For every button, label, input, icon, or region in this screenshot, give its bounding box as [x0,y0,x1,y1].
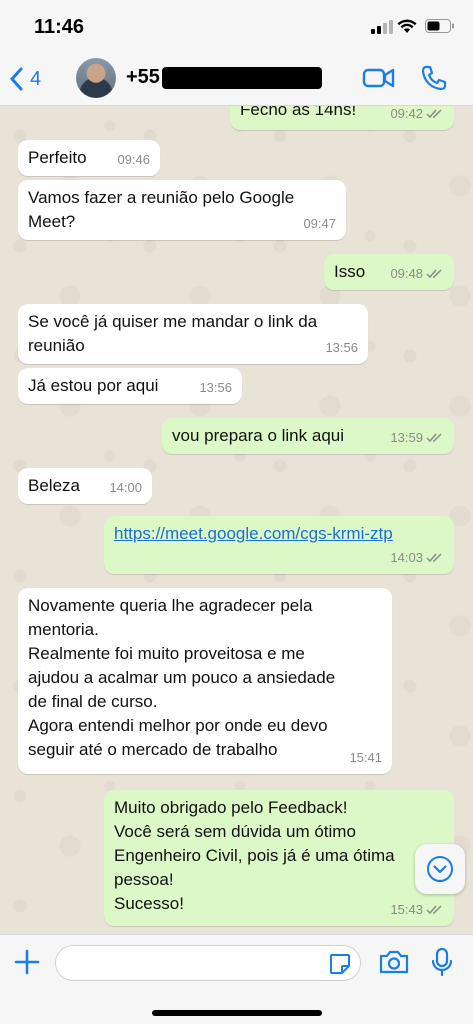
message-text: Se você já quiser me mandar o link da re… [28,312,318,355]
message-meta: 13:59 [390,426,444,450]
message-list[interactable]: Fecho às 14hs! 09:42 Perfeito 09:46 Vamo… [0,106,473,934]
message-meta: 13:56 [325,336,358,360]
message-incoming[interactable]: Beleza 14:00 [18,468,152,504]
message-text: Beleza [28,476,80,495]
message-time: 09:47 [303,216,336,231]
message-input[interactable] [55,945,361,981]
double-check-icon [426,269,442,279]
message-meta: 13:56 [199,376,232,400]
message-outgoing[interactable]: Muito obrigado pelo Feedback! Você será … [104,790,454,926]
message-time: 14:00 [109,480,142,495]
message-meta: 09:42 [390,106,444,126]
redacted-number [161,66,322,89]
status-time: 11:46 [34,16,85,38]
message-outgoing[interactable]: Isso 09:48 [324,254,454,290]
sticker-icon[interactable] [328,952,352,976]
contact-name-prefix: +55 [126,66,160,88]
camera-icon[interactable] [378,949,410,975]
message-meta: 09:46 [117,148,150,172]
message-incoming[interactable]: Já estou por aqui 13:56 [18,368,242,404]
status-bar: 11:46 [0,0,473,52]
message-incoming[interactable]: Se você já quiser me mandar o link da re… [18,304,368,364]
message-outgoing[interactable]: Fecho às 14hs! 09:42 [230,106,454,130]
meet-link[interactable]: https://meet.google.com/cgs-krmi-ztp [114,524,393,543]
message-text: Novamente queria lhe agradecer pela ment… [28,596,336,759]
plus-icon[interactable] [14,949,40,975]
unread-count: 4 [30,67,42,90]
message-meta: 09:47 [303,212,336,236]
back-button[interactable]: 4 [10,62,41,96]
message-time: 14:03 [390,550,423,565]
message-text: Já estou por aqui [28,376,159,395]
message-time: 15:43 [390,902,423,917]
contact-avatar[interactable] [76,58,116,98]
message-meta: 09:48 [390,262,444,286]
message-time: 09:48 [390,266,423,281]
contact-name[interactable]: +55 [126,66,322,89]
message-outgoing[interactable]: vou prepara o link aqui 13:59 [162,418,454,454]
message-meta: 14:00 [109,476,142,500]
double-check-icon [426,109,442,119]
double-check-icon [426,433,442,443]
message-time: 13:56 [199,380,232,395]
scroll-to-bottom-button[interactable] [415,844,465,894]
message-time: 15:41 [349,750,382,765]
message-text: Muito obrigado pelo Feedback! Você será … [114,798,395,913]
phone-icon[interactable] [420,64,448,92]
message-time: 09:46 [117,152,150,167]
message-meta: 15:43 [390,898,444,922]
message-text: Isso [334,262,366,281]
double-check-icon [426,905,442,915]
message-time: 13:56 [325,340,358,355]
message-text: Perfeito [28,148,87,167]
chat-header: 4 +55 [0,52,473,106]
microphone-icon[interactable] [430,947,454,977]
battery-icon [425,19,454,33]
message-time: 09:42 [390,106,423,121]
message-time: 13:59 [390,430,423,445]
message-outgoing[interactable]: https://meet.google.com/cgs-krmi-ztp 14:… [104,516,454,574]
message-incoming[interactable]: Novamente queria lhe agradecer pela ment… [18,588,392,774]
cellular-signal-icon [371,20,393,34]
message-text: vou prepara o link aqui [172,426,345,445]
video-camera-icon[interactable] [362,64,396,92]
message-meta: 14:03 [390,546,444,570]
message-incoming[interactable]: Perfeito 09:46 [18,140,160,176]
double-check-icon [426,553,442,563]
chevron-down-circle-icon [427,856,453,882]
message-meta: 15:41 [349,746,382,770]
wifi-icon [397,19,417,33]
chevron-left-icon [10,67,23,91]
message-text: Vamos fazer a reunião pelo Google Meet? [28,188,295,231]
message-incoming[interactable]: Vamos fazer a reunião pelo Google Meet? … [18,180,346,240]
home-indicator [152,1010,322,1016]
message-text: Fecho às 14hs! [240,106,357,119]
